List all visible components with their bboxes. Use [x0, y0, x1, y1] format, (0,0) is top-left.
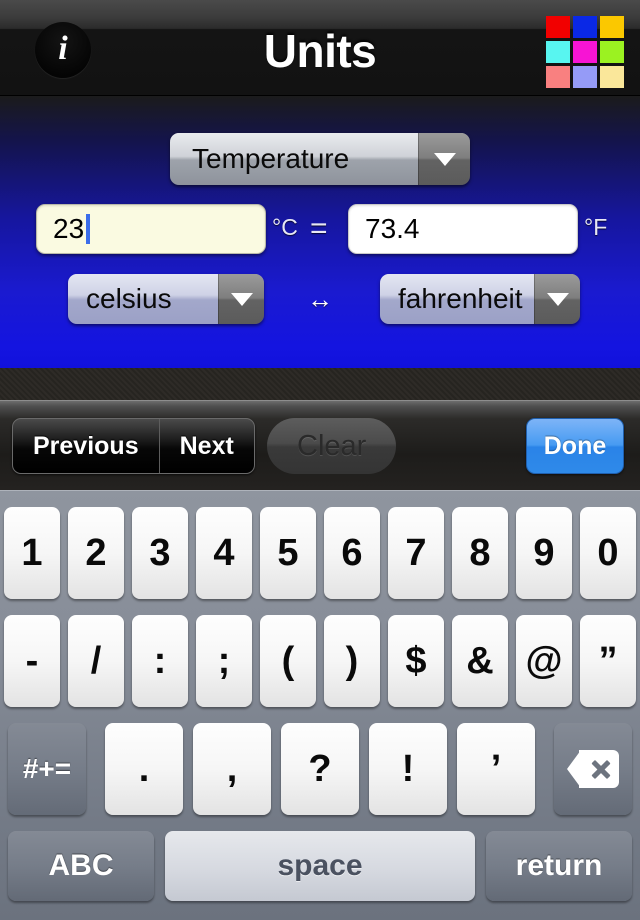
source-value-text: 23 [53, 213, 85, 244]
key-0[interactable]: 0 [580, 507, 636, 599]
return-key[interactable]: return [486, 831, 632, 901]
key-’[interactable]: ’ [457, 723, 535, 815]
field-navigation-segmented-control: Previous Next [12, 418, 255, 474]
key-6[interactable]: 6 [324, 507, 380, 599]
keyboard-accessory-toolbar: Previous Next Clear Done [0, 400, 640, 490]
color-swatch-1[interactable] [546, 16, 570, 38]
chevron-down-icon [218, 274, 264, 324]
equals-sign: = [310, 212, 328, 245]
key-8[interactable]: 8 [452, 507, 508, 599]
key-1[interactable]: 1 [4, 507, 60, 599]
unit-selectors-row: celsius ↔ fahrenheit [0, 274, 640, 330]
key-![interactable]: ! [369, 723, 447, 815]
key-9[interactable]: 9 [516, 507, 572, 599]
backspace-icon [567, 750, 619, 788]
target-unit-value: fahrenheit [380, 274, 534, 324]
next-field-button[interactable]: Next [158, 419, 254, 473]
chevron-down-icon [534, 274, 580, 324]
texture-divider [0, 368, 640, 400]
color-swatch-2[interactable] [573, 16, 597, 38]
target-unit-symbol: °F [584, 214, 608, 240]
previous-field-button[interactable]: Previous [13, 419, 159, 473]
key-2[interactable]: 2 [68, 507, 124, 599]
color-swatch-4[interactable] [546, 41, 570, 63]
chevron-down-icon [418, 133, 470, 185]
key-:[interactable]: : [132, 615, 188, 707]
space-key[interactable]: space [165, 831, 475, 901]
backspace-key[interactable] [554, 723, 632, 815]
punctuation-keys-group: .,?!’ [105, 723, 535, 815]
key--[interactable]: - [4, 615, 60, 707]
converter-panel: Temperature 23 °C = 73.4 °F celsius ↔ fa… [0, 96, 640, 368]
keyboard-row-punctuation: #+= .,?!’ [0, 723, 640, 815]
clear-button[interactable]: Clear [267, 418, 397, 474]
color-swatch-5[interactable] [573, 41, 597, 63]
color-swatch-8[interactable] [573, 66, 597, 88]
swap-units-icon[interactable]: ↔ [300, 286, 340, 312]
units-converter-screen: i Units Temperature 23 °C = 73.4 °F cels… [0, 0, 640, 920]
color-swatch-9[interactable] [600, 66, 624, 88]
alt-symbols-key[interactable]: #+= [8, 723, 86, 815]
color-grid-icon[interactable] [546, 16, 624, 88]
key-/[interactable]: / [68, 615, 124, 707]
keyboard-row-symbols: - /:;() $ & @” [0, 615, 640, 707]
key-;[interactable]: ; [196, 615, 252, 707]
key-([interactable]: ( [260, 615, 316, 707]
color-swatch-6[interactable] [600, 41, 624, 63]
key-3[interactable]: 3 [132, 507, 188, 599]
source-value-input[interactable]: 23 [36, 204, 266, 254]
source-unit-dropdown[interactable]: celsius [68, 274, 264, 324]
key-.[interactable]: . [105, 723, 183, 815]
target-value-text: 73.4 [365, 213, 420, 244]
keyboard-row-bottom: ABC space return [0, 831, 640, 901]
key-”[interactable]: ” [580, 615, 636, 707]
key-5[interactable]: 5 [260, 507, 316, 599]
page-title: Units [263, 25, 377, 77]
key-4[interactable]: 4 [196, 507, 252, 599]
key-&[interactable]: & [452, 615, 508, 707]
value-inputs-row: 23 °C = 73.4 °F [0, 204, 640, 260]
target-value-input[interactable]: 73.4 [348, 204, 578, 254]
category-dropdown-value: Temperature [170, 133, 418, 185]
keyboard-row-numbers: 1234567890 [0, 507, 640, 599]
on-screen-keyboard: 1234567890 - /:;() $ & @” #+= .,?!’ ABC spac… [0, 490, 640, 920]
key-$[interactable]: $ [388, 615, 444, 707]
text-cursor [86, 214, 91, 244]
navigation-bar: i Units [0, 0, 640, 96]
key-7[interactable]: 7 [388, 507, 444, 599]
source-unit-value: celsius [68, 274, 218, 324]
color-swatch-3[interactable] [600, 16, 624, 38]
key-,[interactable]: , [193, 723, 271, 815]
color-swatch-7[interactable] [546, 66, 570, 88]
key-)[interactable]: ) [324, 615, 380, 707]
category-dropdown[interactable]: Temperature [170, 133, 470, 185]
key-?[interactable]: ? [281, 723, 359, 815]
target-unit-dropdown[interactable]: fahrenheit [380, 274, 580, 324]
done-button[interactable]: Done [526, 418, 624, 474]
key-@[interactable]: @ [516, 615, 572, 707]
abc-key[interactable]: ABC [8, 831, 154, 901]
source-unit-symbol: °C [272, 214, 298, 240]
